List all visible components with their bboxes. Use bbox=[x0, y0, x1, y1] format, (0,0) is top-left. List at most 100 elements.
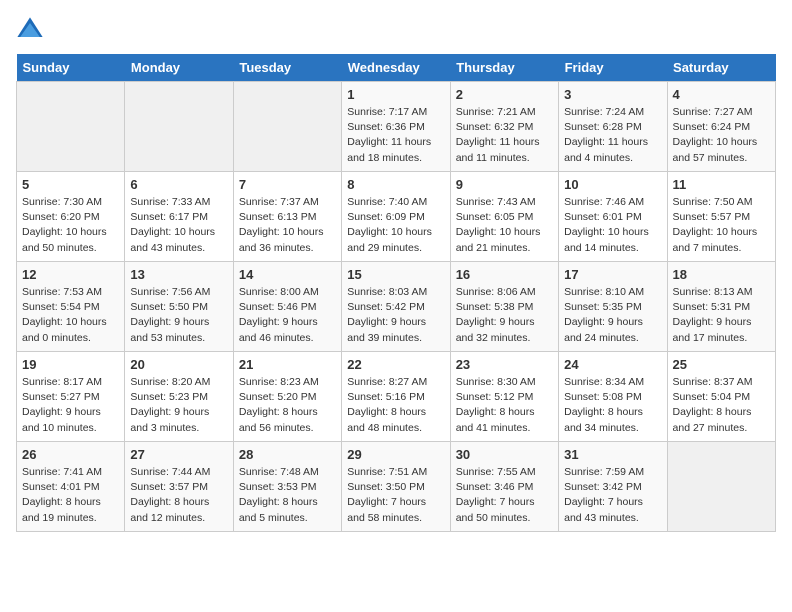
day-info: Sunrise: 7:59 AM Sunset: 3:42 PM Dayligh… bbox=[564, 465, 661, 526]
day-number: 25 bbox=[673, 357, 770, 372]
calendar-cell: 31Sunrise: 7:59 AM Sunset: 3:42 PM Dayli… bbox=[559, 442, 667, 532]
day-info: Sunrise: 7:48 AM Sunset: 3:53 PM Dayligh… bbox=[239, 465, 336, 526]
day-info: Sunrise: 8:27 AM Sunset: 5:16 PM Dayligh… bbox=[347, 375, 444, 436]
calendar-cell: 18 Sunrise: 8:13 AM Sunset: 5:31 PM Dayli… bbox=[667, 262, 775, 352]
weekday-header-thursday: Thursday bbox=[450, 54, 558, 82]
calendar-cell: 26 Sunrise: 7:41 AM Sunset: 4:01 PM Dayli… bbox=[17, 442, 125, 532]
day-number: 29 bbox=[347, 447, 444, 462]
day-info: Sunrise: 7:55 AM Sunset: 3:46 PM Dayligh… bbox=[456, 465, 553, 526]
day-info: Sunrise: 7:50 AM Sunset: 5:57 PM Dayligh… bbox=[673, 195, 770, 256]
day-number: 17 bbox=[564, 267, 661, 282]
calendar-cell bbox=[667, 442, 775, 532]
day-info: Sunrise: 7:56 AM Sunset: 5:50 PM Dayligh… bbox=[130, 285, 227, 346]
calendar-cell: 17 Sunrise: 8:10 AM Sunset: 5:35 PM Dayli… bbox=[559, 262, 667, 352]
day-number: 30 bbox=[456, 447, 553, 462]
day-info: Sunrise: 7:30 AM Sunset: 6:20 PM Dayligh… bbox=[22, 195, 119, 256]
weekday-header-wednesday: Wednesday bbox=[342, 54, 450, 82]
day-number: 12 bbox=[22, 267, 119, 282]
day-number: 19 bbox=[22, 357, 119, 372]
day-number: 13 bbox=[130, 267, 227, 282]
day-number: 26 bbox=[22, 447, 119, 462]
calendar-week-1: 1 Sunrise: 7:17 AM Sunset: 6:36 PM Daylig… bbox=[17, 82, 776, 172]
day-number: 24 bbox=[564, 357, 661, 372]
calendar-cell: 11 Sunrise: 7:50 AM Sunset: 5:57 PM Dayli… bbox=[667, 172, 775, 262]
calendar-week-5: 26 Sunrise: 7:41 AM Sunset: 4:01 PM Dayli… bbox=[17, 442, 776, 532]
calendar-cell: 8 Sunrise: 7:40 AM Sunset: 6:09 PM Daylig… bbox=[342, 172, 450, 262]
calendar-week-4: 19 Sunrise: 8:17 AM Sunset: 5:27 PM Dayli… bbox=[17, 352, 776, 442]
day-info: Sunrise: 8:30 AM Sunset: 5:12 PM Dayligh… bbox=[456, 375, 553, 436]
day-info: Sunrise: 7:40 AM Sunset: 6:09 PM Dayligh… bbox=[347, 195, 444, 256]
day-number: 11 bbox=[673, 177, 770, 192]
calendar-cell: 22Sunrise: 8:27 AM Sunset: 5:16 PM Dayli… bbox=[342, 352, 450, 442]
day-info: Sunrise: 7:17 AM Sunset: 6:36 PM Dayligh… bbox=[347, 105, 444, 166]
day-info: Sunrise: 8:06 AM Sunset: 5:38 PM Dayligh… bbox=[456, 285, 553, 346]
day-info: Sunrise: 7:33 AM Sunset: 6:17 PM Dayligh… bbox=[130, 195, 227, 256]
logo-icon bbox=[16, 16, 44, 44]
day-info: Sunrise: 8:20 AM Sunset: 5:23 PM Dayligh… bbox=[130, 375, 227, 436]
day-info: Sunrise: 7:41 AM Sunset: 4:01 PM Dayligh… bbox=[22, 465, 119, 526]
day-number: 27 bbox=[130, 447, 227, 462]
day-number: 7 bbox=[239, 177, 336, 192]
day-number: 1 bbox=[347, 87, 444, 102]
day-info: Sunrise: 7:53 AM Sunset: 5:54 PM Dayligh… bbox=[22, 285, 119, 346]
day-number: 18 bbox=[673, 267, 770, 282]
calendar-cell: 15 Sunrise: 8:03 AM Sunset: 5:42 PM Dayli… bbox=[342, 262, 450, 352]
calendar-cell: 9 Sunrise: 7:43 AM Sunset: 6:05 PM Daylig… bbox=[450, 172, 558, 262]
day-info: Sunrise: 8:34 AM Sunset: 5:08 PM Dayligh… bbox=[564, 375, 661, 436]
day-info: Sunrise: 8:37 AM Sunset: 5:04 PM Dayligh… bbox=[673, 375, 770, 436]
calendar-cell: 10 Sunrise: 7:46 AM Sunset: 6:01 PM Dayli… bbox=[559, 172, 667, 262]
day-number: 10 bbox=[564, 177, 661, 192]
day-info: Sunrise: 7:43 AM Sunset: 6:05 PM Dayligh… bbox=[456, 195, 553, 256]
weekday-header-sunday: Sunday bbox=[17, 54, 125, 82]
day-info: Sunrise: 7:27 AM Sunset: 6:24 PM Dayligh… bbox=[673, 105, 770, 166]
page-header bbox=[16, 16, 776, 44]
day-number: 4 bbox=[673, 87, 770, 102]
day-number: 21 bbox=[239, 357, 336, 372]
day-info: Sunrise: 7:46 AM Sunset: 6:01 PM Dayligh… bbox=[564, 195, 661, 256]
calendar-table: SundayMondayTuesdayWednesdayThursdayFrid… bbox=[16, 54, 776, 532]
calendar-cell: 14Sunrise: 8:00 AM Sunset: 5:46 PM Dayli… bbox=[233, 262, 341, 352]
weekday-header-saturday: Saturday bbox=[667, 54, 775, 82]
day-number: 3 bbox=[564, 87, 661, 102]
day-info: Sunrise: 8:03 AM Sunset: 5:42 PM Dayligh… bbox=[347, 285, 444, 346]
calendar-cell: 24 Sunrise: 8:34 AM Sunset: 5:08 PM Dayli… bbox=[559, 352, 667, 442]
calendar-cell: 12 Sunrise: 7:53 AM Sunset: 5:54 PM Dayli… bbox=[17, 262, 125, 352]
calendar-week-3: 12 Sunrise: 7:53 AM Sunset: 5:54 PM Dayli… bbox=[17, 262, 776, 352]
day-info: Sunrise: 8:13 AM Sunset: 5:31 PM Dayligh… bbox=[673, 285, 770, 346]
calendar-cell: 25 Sunrise: 8:37 AM Sunset: 5:04 PM Dayli… bbox=[667, 352, 775, 442]
calendar-cell: 3Sunrise: 7:24 AM Sunset: 6:28 PM Daylig… bbox=[559, 82, 667, 172]
day-info: Sunrise: 8:17 AM Sunset: 5:27 PM Dayligh… bbox=[22, 375, 119, 436]
day-number: 5 bbox=[22, 177, 119, 192]
calendar-cell bbox=[233, 82, 341, 172]
calendar-cell: 21 Sunrise: 8:23 AM Sunset: 5:20 PM Dayli… bbox=[233, 352, 341, 442]
day-info: Sunrise: 8:10 AM Sunset: 5:35 PM Dayligh… bbox=[564, 285, 661, 346]
day-info: Sunrise: 8:00 AM Sunset: 5:46 PM Dayligh… bbox=[239, 285, 336, 346]
day-info: Sunrise: 7:21 AM Sunset: 6:32 PM Dayligh… bbox=[456, 105, 553, 166]
weekday-header-tuesday: Tuesday bbox=[233, 54, 341, 82]
day-info: Sunrise: 7:51 AM Sunset: 3:50 PM Dayligh… bbox=[347, 465, 444, 526]
calendar-cell: 16 Sunrise: 8:06 AM Sunset: 5:38 PM Dayli… bbox=[450, 262, 558, 352]
calendar-cell: 2 Sunrise: 7:21 AM Sunset: 6:32 PM Daylig… bbox=[450, 82, 558, 172]
day-number: 23 bbox=[456, 357, 553, 372]
calendar-cell: 30 Sunrise: 7:55 AM Sunset: 3:46 PM Dayli… bbox=[450, 442, 558, 532]
calendar-cell: 4 Sunrise: 7:27 AM Sunset: 6:24 PM Daylig… bbox=[667, 82, 775, 172]
calendar-cell: 20 Sunrise: 8:20 AM Sunset: 5:23 PM Dayli… bbox=[125, 352, 233, 442]
calendar-cell: 19 Sunrise: 8:17 AM Sunset: 5:27 PM Dayli… bbox=[17, 352, 125, 442]
calendar-week-2: 5 Sunrise: 7:30 AM Sunset: 6:20 PM Daylig… bbox=[17, 172, 776, 262]
calendar-cell: 1 Sunrise: 7:17 AM Sunset: 6:36 PM Daylig… bbox=[342, 82, 450, 172]
day-number: 28 bbox=[239, 447, 336, 462]
day-number: 8 bbox=[347, 177, 444, 192]
calendar-cell: 7Sunrise: 7:37 AM Sunset: 6:13 PM Daylig… bbox=[233, 172, 341, 262]
day-number: 6 bbox=[130, 177, 227, 192]
day-number: 15 bbox=[347, 267, 444, 282]
calendar-cell: 5 Sunrise: 7:30 AM Sunset: 6:20 PM Daylig… bbox=[17, 172, 125, 262]
day-number: 2 bbox=[456, 87, 553, 102]
day-info: Sunrise: 8:23 AM Sunset: 5:20 PM Dayligh… bbox=[239, 375, 336, 436]
calendar-cell: 27Sunrise: 7:44 AM Sunset: 3:57 PM Dayli… bbox=[125, 442, 233, 532]
day-number: 16 bbox=[456, 267, 553, 282]
weekday-header-monday: Monday bbox=[125, 54, 233, 82]
day-number: 9 bbox=[456, 177, 553, 192]
day-number: 20 bbox=[130, 357, 227, 372]
calendar-cell: 6 Sunrise: 7:33 AM Sunset: 6:17 PM Daylig… bbox=[125, 172, 233, 262]
calendar-cell bbox=[17, 82, 125, 172]
